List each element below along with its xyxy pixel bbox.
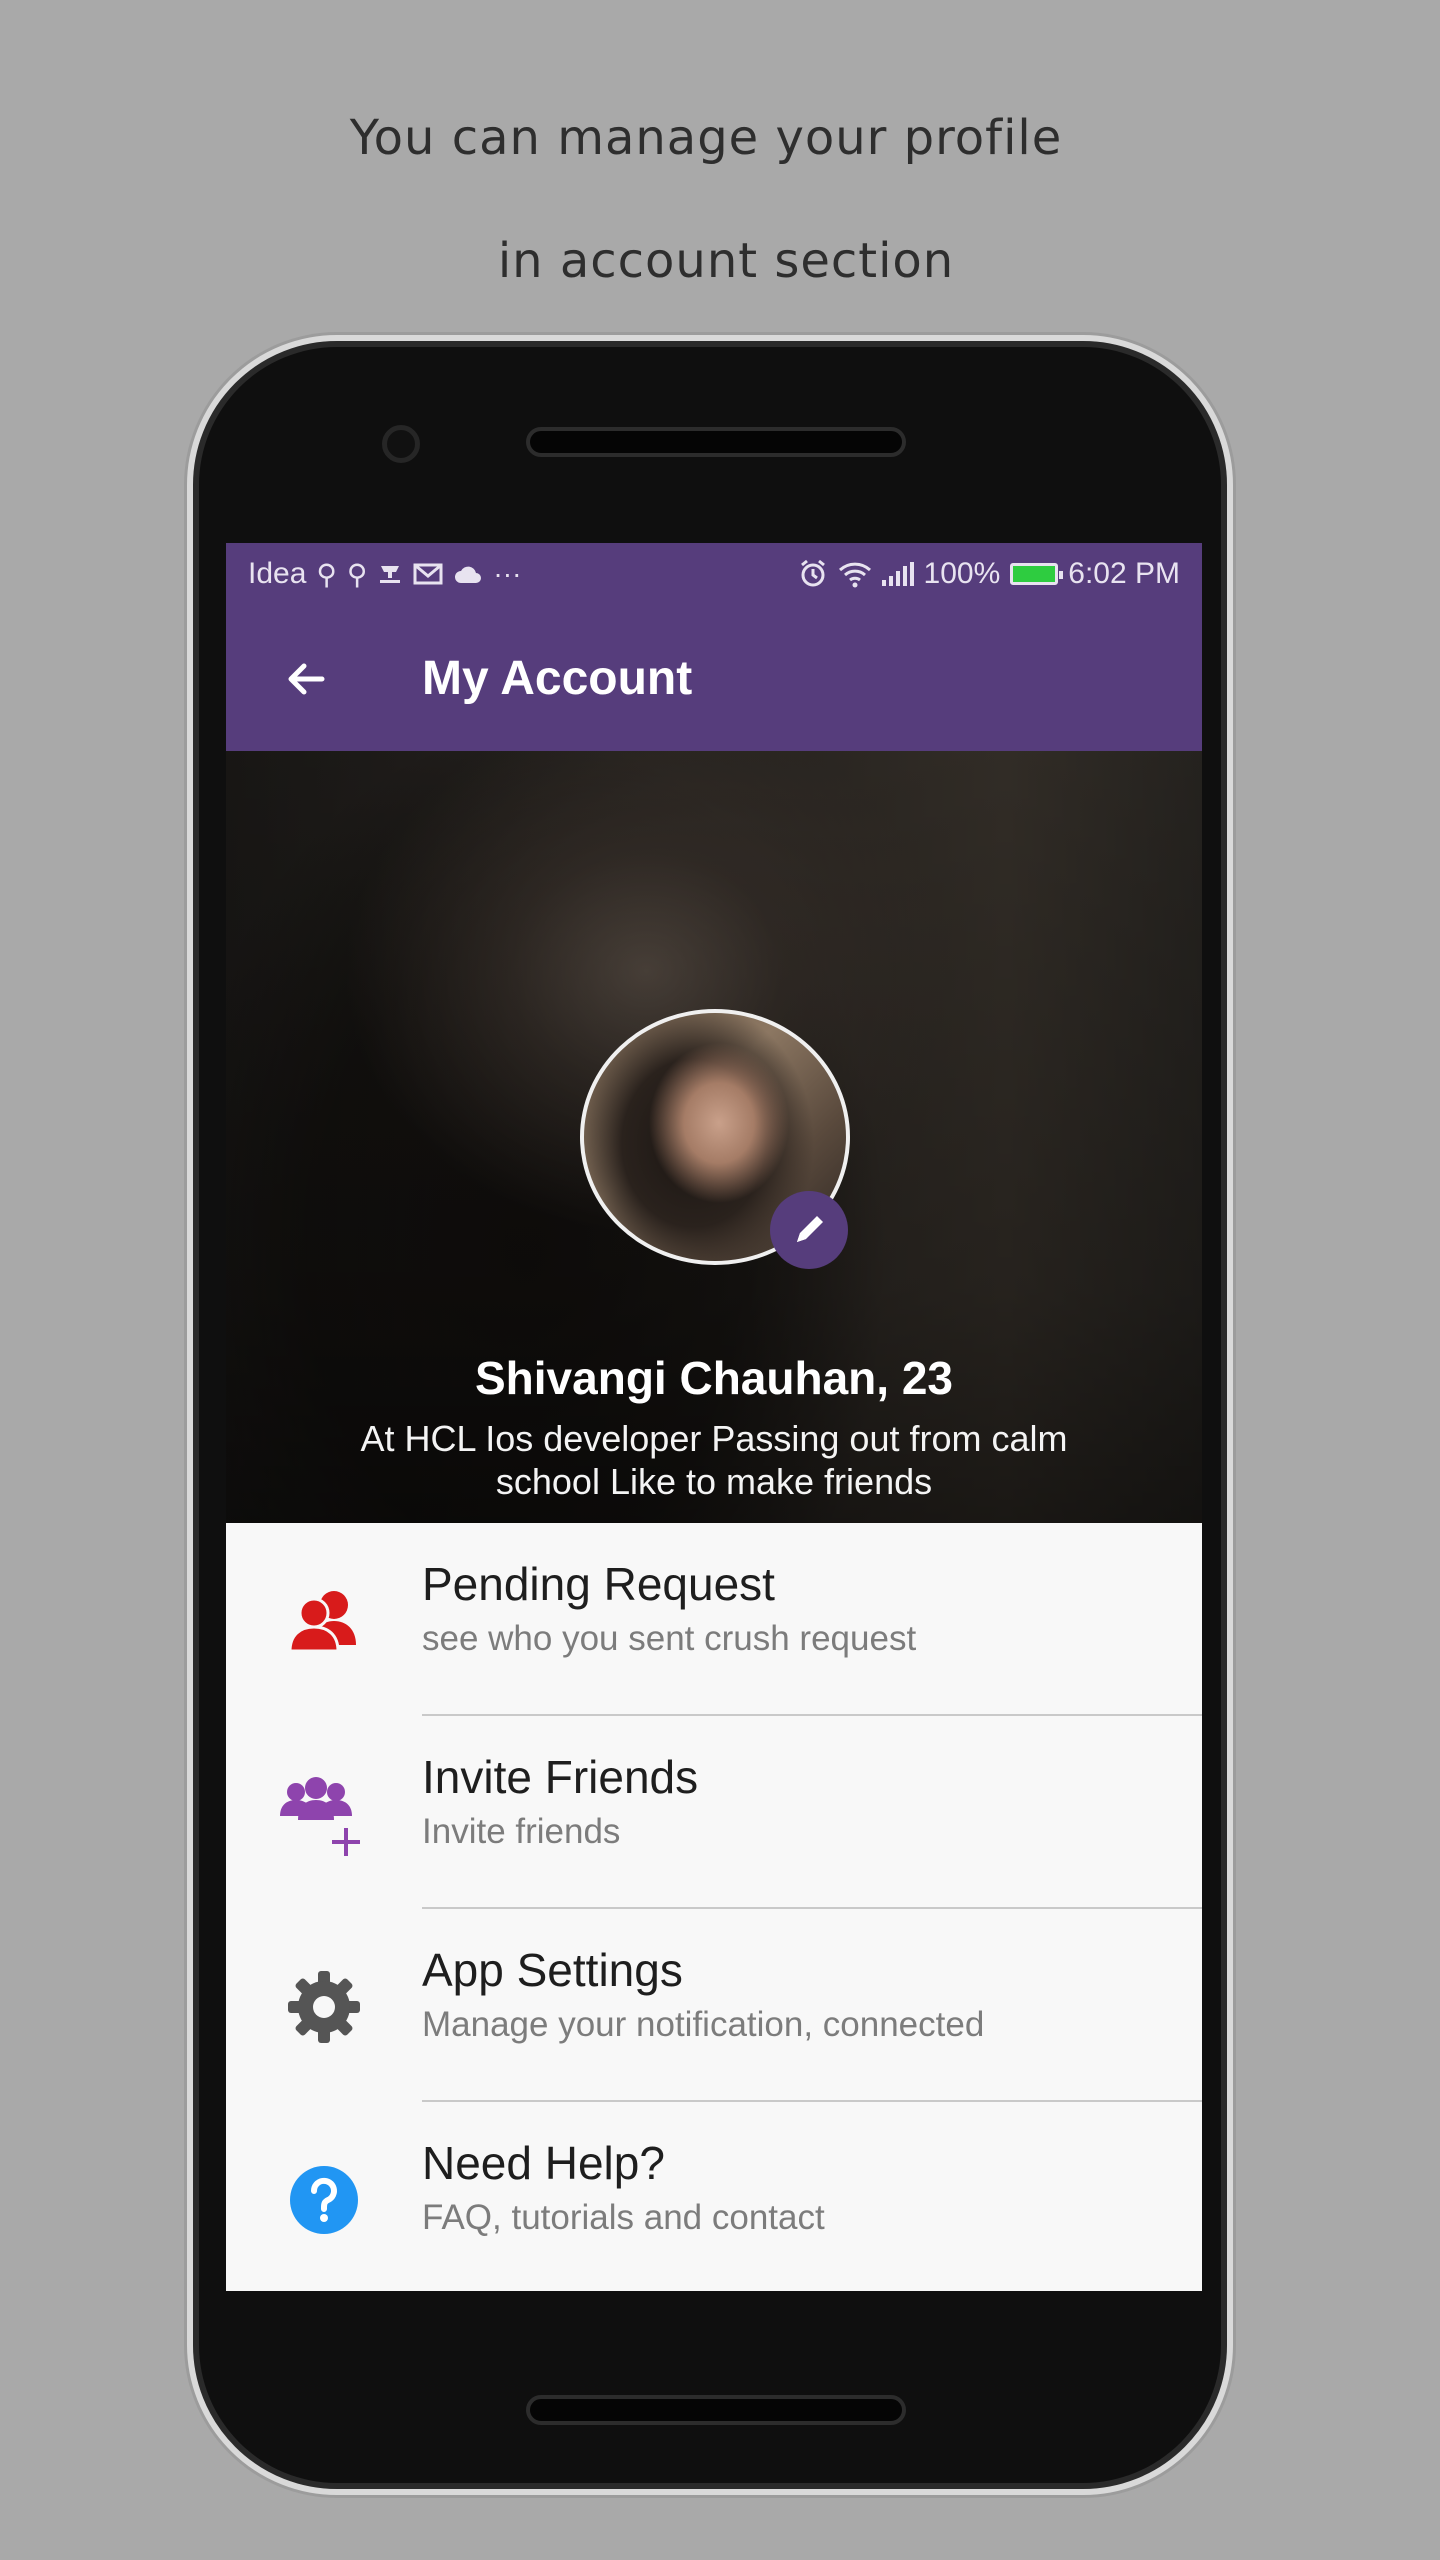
carrier-label: Idea bbox=[248, 557, 307, 590]
menu-item-subtitle: Manage your notification, connected bbox=[422, 2005, 985, 2044]
menu-item-title: Pending Request bbox=[422, 1558, 775, 1610]
front-camera bbox=[382, 425, 420, 463]
users-icon bbox=[276, 1573, 372, 1669]
usb-icon: ⚲ bbox=[316, 558, 337, 590]
status-left: Idea ⚲ ⚲ ··· bbox=[248, 557, 521, 591]
battery-percent: 100% bbox=[923, 557, 1001, 590]
menu-item-title: App Settings bbox=[422, 1944, 683, 1996]
gear-icon bbox=[276, 1959, 372, 2055]
bottom-speaker bbox=[526, 2395, 906, 2425]
account-menu: Pending Request see who you sent crush r… bbox=[226, 1523, 1202, 2291]
app-bar: My Account bbox=[226, 607, 1202, 751]
back-button[interactable] bbox=[270, 643, 342, 715]
menu-item-title: Invite Friends bbox=[422, 1751, 699, 1803]
arrow-back-icon bbox=[288, 663, 325, 695]
menu-item-need-help[interactable]: Need Help? FAQ, tutorials and contact bbox=[226, 2102, 1202, 2291]
profile-name: Shivangi Chauhan, 23 bbox=[475, 1352, 953, 1404]
cloud-icon bbox=[455, 566, 482, 583]
status-time: 6:02 PM bbox=[1068, 557, 1180, 590]
menu-item-subtitle: see who you sent crush request bbox=[422, 1619, 917, 1658]
earpiece-speaker bbox=[526, 427, 906, 457]
profile-header: Shivangi Chauhan, 23 At HCL Ios develope… bbox=[226, 751, 1202, 1523]
usb-icon: ⚲ bbox=[346, 558, 368, 590]
pencil-icon bbox=[797, 1216, 823, 1242]
app-screen: Idea ⚲ ⚲ ··· 100% 6:02 PM My Account Shi… bbox=[226, 543, 1202, 2291]
caption-line-2: in account section bbox=[497, 233, 955, 289]
more-icon: ··· bbox=[493, 558, 522, 589]
menu-item-subtitle: Invite friends bbox=[422, 1812, 621, 1851]
status-right: 100% 6:02 PM bbox=[798, 557, 1180, 591]
add-group-icon bbox=[276, 1766, 372, 1862]
caption-line-1: You can manage your profile bbox=[349, 110, 1063, 166]
wifi-icon bbox=[838, 562, 871, 588]
gmail-icon bbox=[413, 563, 443, 585]
edit-avatar-button[interactable] bbox=[770, 1191, 848, 1269]
profile-bio: At HCL Ios developer Passing out from ca… bbox=[360, 1418, 1068, 1502]
alarm-icon bbox=[800, 559, 825, 587]
menu-item-invite-friends[interactable]: Invite Friends Invite friends bbox=[226, 1716, 1202, 1909]
menu-item-app-settings[interactable]: App Settings Manage your notification, c… bbox=[226, 1909, 1202, 2102]
download-icon bbox=[380, 566, 401, 583]
menu-item-subtitle: FAQ, tutorials and contact bbox=[422, 2198, 825, 2237]
menu-item-title: Need Help? bbox=[422, 2137, 665, 2189]
menu-item-pending-request[interactable]: Pending Request see who you sent crush r… bbox=[226, 1523, 1202, 1716]
page-title: My Account bbox=[422, 652, 693, 705]
status-bar: Idea ⚲ ⚲ ··· 100% 6:02 PM bbox=[226, 543, 1202, 607]
signal-icon bbox=[881, 562, 914, 586]
help-icon bbox=[276, 2152, 372, 2248]
battery-icon bbox=[1010, 563, 1064, 585]
